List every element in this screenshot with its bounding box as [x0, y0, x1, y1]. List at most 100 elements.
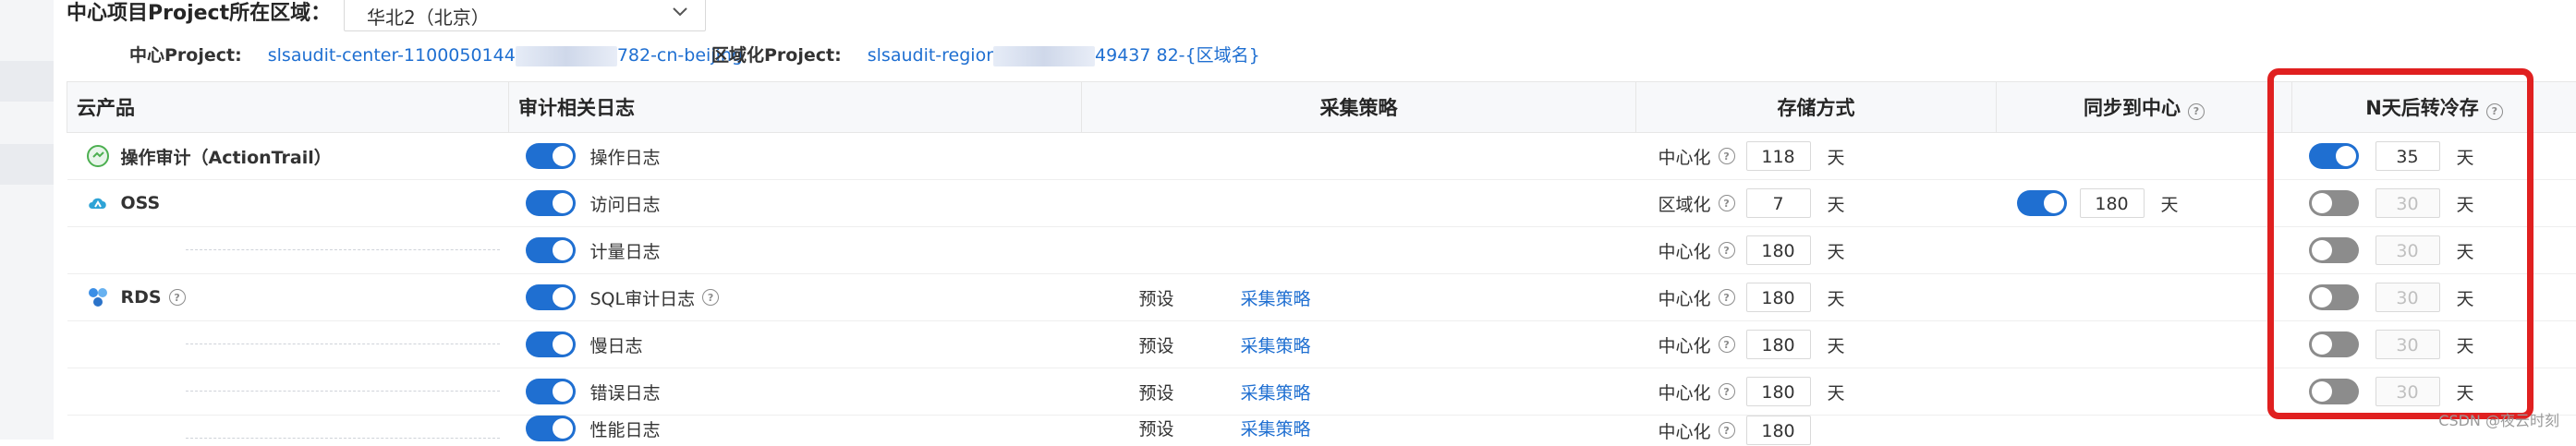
left-nav-strip — [0, 0, 54, 440]
log-enable-toggle[interactable] — [526, 416, 576, 441]
log-name: 错误日志 — [590, 380, 661, 404]
policy-preset: 预设 — [1139, 332, 1174, 357]
cold-storage-toggle[interactable] — [2309, 143, 2359, 169]
product-name: RDS — [121, 287, 162, 307]
table-row: 操作审计（ActionTrail）操作日志中心化?118天35天 — [67, 133, 2576, 180]
cold-storage-toggle[interactable] — [2309, 331, 2359, 357]
log-name: 操作日志 — [590, 144, 661, 169]
retention-days-input[interactable]: 180 — [1746, 283, 1811, 312]
log-enable-toggle[interactable] — [526, 331, 576, 357]
help-icon[interactable]: ? — [1719, 383, 1735, 400]
cold-storage-toggle[interactable] — [2309, 284, 2359, 310]
center-project-link[interactable]: slsaudit-center-1100050144782-cn-beijing — [268, 45, 743, 66]
center-project-label: 中心Project: — [129, 45, 242, 66]
help-icon[interactable]: ? — [1719, 195, 1735, 211]
help-icon[interactable]: ? — [1719, 289, 1735, 306]
retention-days-input[interactable]: 180 — [1746, 235, 1811, 265]
log-enable-toggle[interactable] — [526, 379, 576, 404]
storage-mode: 中心化 — [1659, 380, 1711, 404]
cold-days-input[interactable]: 30 — [2376, 283, 2440, 312]
policy-link[interactable]: 采集策略 — [1241, 380, 1311, 404]
region-select[interactable]: 华北2（北京） — [344, 0, 706, 31]
policy-preset: 预设 — [1139, 380, 1174, 404]
col-header-cold: N天后转冷存? — [2292, 82, 2576, 133]
retention-days-input[interactable]: 7 — [1746, 188, 1811, 218]
watermark: CSDN @夜云时刻 — [2438, 408, 2559, 430]
cold-storage-toggle[interactable] — [2309, 237, 2359, 263]
regional-project-link[interactable]: slsaudit-regior49437 82-{区域名} — [868, 45, 1260, 66]
left-nav-item[interactable] — [0, 61, 54, 102]
log-name: 性能日志 — [590, 416, 661, 441]
tree-connector — [186, 249, 500, 250]
cold-days-input[interactable]: 30 — [2376, 235, 2440, 265]
regional-project-row: 区域化Project: slsaudit-regior49437 82-{区域名… — [711, 41, 1260, 70]
log-enable-toggle[interactable] — [526, 143, 576, 169]
help-icon[interactable]: ? — [1719, 422, 1735, 439]
cold-days-input[interactable]: 30 — [2376, 330, 2440, 359]
storage-mode: 区域化 — [1659, 191, 1711, 216]
table-row: RDS? SQL审计日志? 预设 采集策略 中心化? 180 天 30 天 — [67, 274, 2576, 321]
days-unit: 天 — [1828, 238, 1845, 263]
storage-mode: 中心化 — [1659, 285, 1711, 310]
table-row: 计量日志中心化?180天30天 — [67, 227, 2576, 274]
col-header-sync: 同步到中心? — [1997, 82, 2292, 133]
days-unit: 天 — [1828, 285, 1845, 310]
redacted-block — [516, 46, 617, 66]
days-unit: 天 — [1828, 332, 1845, 357]
days-unit: 天 — [1828, 191, 1845, 216]
days-unit: 天 — [2457, 285, 2474, 310]
cold-storage-toggle[interactable] — [2309, 379, 2359, 404]
help-icon[interactable]: ? — [1719, 148, 1735, 164]
product-name: OSS — [121, 193, 161, 213]
col-header-log: 审计相关日志 — [509, 82, 1082, 133]
days-unit: 天 — [2457, 191, 2474, 216]
policy-link[interactable]: 采集策略 — [1241, 332, 1311, 357]
storage-mode: 中心化 — [1659, 418, 1711, 443]
help-icon[interactable]: ? — [702, 289, 719, 306]
help-icon[interactable]: ? — [169, 289, 186, 306]
region-select-value: 华北2（北京） — [367, 3, 490, 30]
center-project-row: 中心Project: slsaudit-center-1100050144782… — [129, 41, 743, 70]
retention-days-input[interactable]: 180 — [1746, 416, 1811, 445]
help-icon[interactable]: ? — [2188, 103, 2205, 120]
help-icon[interactable]: ? — [1719, 242, 1735, 259]
help-icon[interactable]: ? — [1719, 336, 1735, 353]
actiontrail-icon — [86, 144, 110, 168]
cold-days-input[interactable]: 30 — [2376, 188, 2440, 218]
col-header-product: 云产品 — [67, 82, 509, 133]
oss-cloud-icon — [86, 191, 110, 215]
storage-mode: 中心化 — [1659, 238, 1711, 263]
log-enable-toggle[interactable] — [526, 190, 576, 216]
log-enable-toggle[interactable] — [526, 284, 576, 310]
product-cell: RDS? — [67, 285, 509, 309]
cold-storage-toggle[interactable] — [2309, 190, 2359, 216]
chevron-down-icon — [670, 1, 690, 21]
left-nav-item[interactable] — [0, 144, 54, 185]
audit-config-table: 云产品 审计相关日志 采集策略 存储方式 同步到中心? N天后转冷存? 操作审计… — [67, 81, 2576, 445]
days-unit: 天 — [1828, 144, 1845, 169]
policy-link[interactable]: 采集策略 — [1241, 285, 1311, 310]
redacted-block — [993, 46, 1095, 66]
table-row: 慢日志 预设 采集策略 中心化? 180 天 30 天 — [67, 321, 2576, 368]
policy-preset: 预设 — [1139, 285, 1174, 310]
cold-days-input[interactable]: 35 — [2376, 141, 2440, 171]
tree-connector — [186, 391, 500, 392]
days-unit: 天 — [2457, 332, 2474, 357]
log-name: SQL审计日志 — [590, 285, 696, 310]
retention-days-input[interactable]: 180 — [1746, 330, 1811, 359]
table-row: OSS访问日志区域化?7天180天30天 — [67, 180, 2576, 227]
help-icon[interactable]: ? — [2486, 103, 2503, 120]
col-header-policy: 采集策略 — [1082, 82, 1636, 133]
storage-mode: 中心化 — [1659, 332, 1711, 357]
log-name: 慢日志 — [590, 332, 643, 357]
sync-center-toggle[interactable] — [2017, 190, 2067, 216]
tree-connector — [186, 438, 500, 439]
retention-days-input[interactable]: 180 — [1746, 377, 1811, 406]
log-enable-toggle[interactable] — [526, 237, 576, 263]
policy-link[interactable]: 采集策略 — [1241, 416, 1311, 440]
days-unit: 天 — [2457, 380, 2474, 404]
log-name: 访问日志 — [590, 191, 661, 216]
sync-days-input[interactable]: 180 — [2080, 188, 2145, 218]
retention-days-input[interactable]: 118 — [1746, 141, 1811, 171]
cold-days-input[interactable]: 30 — [2376, 377, 2440, 406]
